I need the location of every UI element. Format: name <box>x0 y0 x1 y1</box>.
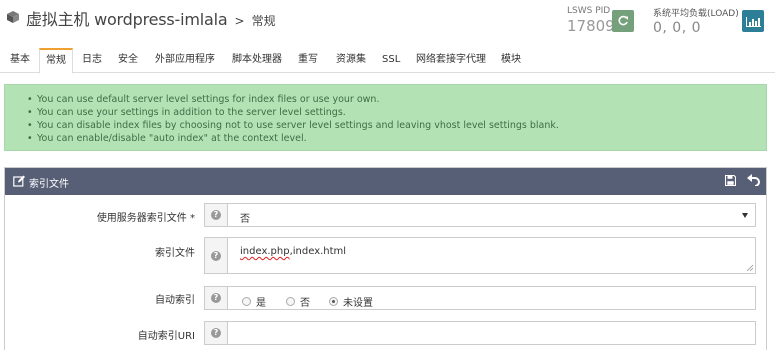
info-item: You can use default server level setting… <box>27 93 559 106</box>
undo-icon[interactable] <box>747 174 760 186</box>
use-server-index-select[interactable]: 否 <box>228 203 756 227</box>
panel-title: 索引文件 <box>29 179 69 190</box>
tab-bar: 基本 常规 日志 安全 外部应用程序 脚本处理器 重写 资源集 SSL 网络套接… <box>0 48 775 74</box>
floppy-disk-icon[interactable] <box>725 175 736 186</box>
page-header: 虚拟主机 wordpress-imlala > 常规 LSWS PID 1780… <box>0 0 775 44</box>
auto-index-option-unset[interactable]: 未设置 <box>329 294 373 309</box>
tab-log[interactable]: 日志 <box>82 50 102 72</box>
select-value: 否 <box>240 214 250 225</box>
question-circle-icon: ? <box>211 250 221 261</box>
refresh-icon <box>618 15 628 26</box>
auto-index-uri-help[interactable]: ? <box>204 321 228 345</box>
edit-icon <box>13 175 25 187</box>
index-files-panel: 索引文件 使用服务器索引文件 * ? 否 索引文件 ? index.php,in… <box>4 167 767 350</box>
page-subtitle: 常规 <box>251 14 276 28</box>
pid-info: LSWS PID 17809 <box>567 6 615 35</box>
question-circle-icon: ? <box>211 293 221 303</box>
index-files-textarea[interactable]: index.php,index.html <box>228 237 756 274</box>
auto-index-uri-label: 自动索引URI <box>137 331 195 342</box>
tab-ssl[interactable]: SSL <box>382 50 400 72</box>
info-item: You can use your settings in addition to… <box>27 106 559 119</box>
radio-label: 否 <box>300 298 310 309</box>
tab-websocket-proxy[interactable]: 网络套接字代理 <box>416 50 486 72</box>
info-item: You can enable/disable "auto index" at t… <box>27 132 559 145</box>
radio-button[interactable] <box>286 297 295 306</box>
question-circle-icon: ? <box>211 328 221 338</box>
use-server-index-help[interactable]: ? <box>204 203 228 227</box>
index-files-help[interactable]: ? <box>204 237 228 274</box>
tab-basic[interactable]: 基本 <box>10 50 30 72</box>
cube-icon <box>7 11 19 23</box>
load-info: 系统平均负载(LOAD) 0, 0, 0 <box>653 6 739 36</box>
page-title: 虚拟主机 wordpress-imlala > 常规 <box>26 6 276 30</box>
info-list: You can use default server level setting… <box>27 93 559 145</box>
textarea-value-rest: ,index.html <box>289 246 347 257</box>
resize-grip-icon[interactable] <box>746 264 753 271</box>
auto-index-radio-group: 是 否 未设置 <box>228 286 756 310</box>
radio-button-selected[interactable] <box>329 297 338 306</box>
misspelled-word: index.php <box>240 246 290 257</box>
use-server-index-label: 使用服务器索引文件 * <box>96 213 195 224</box>
auto-index-uri-input[interactable] <box>228 321 756 345</box>
info-item: You can disable index files by choosing … <box>27 119 559 132</box>
auto-index-label: 自动索引 <box>155 295 195 306</box>
tab-context[interactable]: 资源集 <box>336 50 366 72</box>
tab-rewrite[interactable]: 重写 <box>298 50 318 72</box>
bar-chart-icon <box>745 17 761 27</box>
auto-index-help[interactable]: ? <box>204 286 228 310</box>
chevron-down-icon <box>742 213 748 218</box>
load-chart-button[interactable] <box>742 10 764 32</box>
panel-header: 索引文件 <box>5 168 766 195</box>
question-circle-icon: ? <box>211 210 221 220</box>
load-label: 系统平均负载(LOAD) <box>653 9 739 19</box>
auto-index-option-yes[interactable]: 是 <box>242 294 266 309</box>
textarea-value: index.php,index.html <box>240 246 346 257</box>
radio-button[interactable] <box>242 297 251 306</box>
load-value: 0, 0, 0 <box>653 20 702 36</box>
tab-script-handler[interactable]: 脚本处理器 <box>232 50 282 72</box>
tab-modules[interactable]: 模块 <box>501 50 521 72</box>
radio-label: 未设置 <box>343 298 373 309</box>
radio-label: 是 <box>256 298 266 309</box>
vhost-title: 虚拟主机 wordpress-imlala <box>26 10 228 29</box>
tab-external-app[interactable]: 外部应用程序 <box>155 50 215 72</box>
tab-security[interactable]: 安全 <box>118 50 138 72</box>
title-separator: > <box>234 14 245 28</box>
index-files-label: 索引文件 <box>155 248 195 259</box>
tab-general[interactable]: 常规 <box>39 48 73 74</box>
pid-value: 17809 <box>567 17 615 35</box>
info-alert: You can use default server level setting… <box>4 84 767 151</box>
restart-button[interactable] <box>612 10 634 32</box>
auto-index-option-no[interactable]: 否 <box>286 294 310 309</box>
pid-label: LSWS PID <box>567 6 611 16</box>
